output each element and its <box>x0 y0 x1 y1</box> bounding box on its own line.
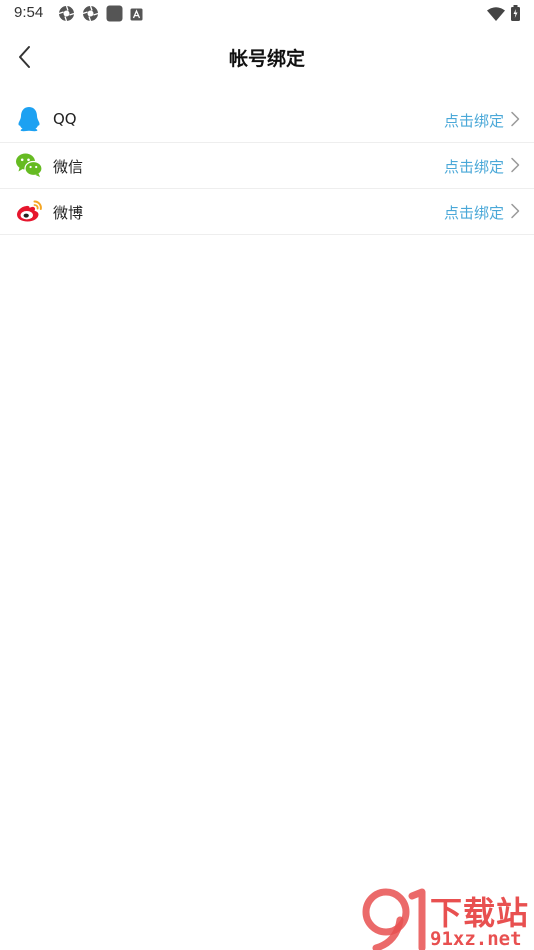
account-row-qq[interactable]: QQ 点击绑定 <box>0 97 534 143</box>
row-label: 微博 <box>53 204 84 222</box>
nav-bar: 帐号绑定 <box>0 28 534 86</box>
qq-icon <box>15 106 43 132</box>
weibo-icon <box>15 198 43 224</box>
watermark-logo-icon <box>362 888 426 950</box>
battery-charging-icon <box>511 5 520 25</box>
aperture-icon <box>58 5 75 26</box>
app-square-icon <box>106 5 123 26</box>
chevron-right-icon <box>511 111 520 127</box>
chevron-right-icon <box>511 203 520 219</box>
wifi-icon <box>487 6 505 25</box>
account-row-wechat[interactable]: 微信 点击绑定 <box>0 143 534 189</box>
status-icons-right <box>481 5 520 25</box>
bind-action-link[interactable]: 点击绑定 <box>444 156 504 177</box>
watermark-url-text: 91xz.net <box>430 928 522 950</box>
chevron-right-icon <box>511 157 520 173</box>
status-icons-left <box>58 5 150 26</box>
aperture-icon <box>82 5 99 26</box>
row-label: 微信 <box>53 158 84 176</box>
row-label: QQ <box>53 110 77 128</box>
status-bar: 9:54 <box>0 0 534 28</box>
account-row-weibo[interactable]: 微博 点击绑定 <box>0 189 534 235</box>
font-a-icon <box>130 6 143 25</box>
status-time: 9:54 <box>14 4 44 21</box>
watermark: 下载站 91xz.net <box>362 888 534 950</box>
wechat-icon <box>15 152 43 178</box>
bind-action-link[interactable]: 点击绑定 <box>444 110 504 131</box>
account-binding-list: QQ 点击绑定 微信 点击绑定 微博 点击绑定 <box>0 97 534 235</box>
page-title: 帐号绑定 <box>228 48 305 70</box>
bind-action-link[interactable]: 点击绑定 <box>444 202 504 223</box>
